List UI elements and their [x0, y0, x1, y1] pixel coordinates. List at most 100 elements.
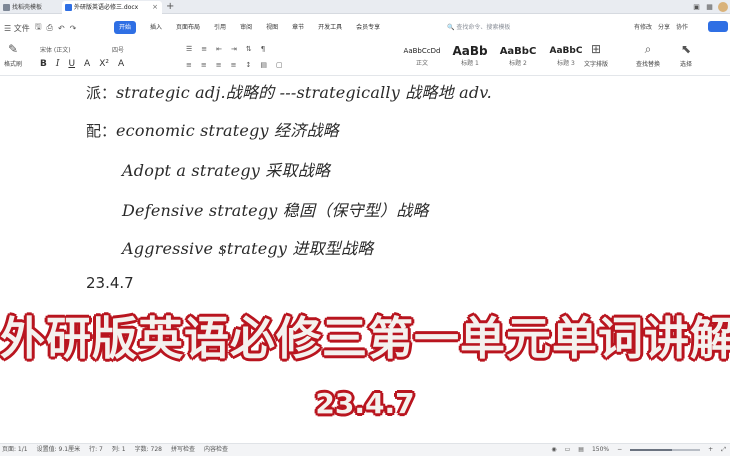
style-sample: AaBbC	[549, 46, 583, 56]
format-painter-button[interactable]: ✎ 格式刷	[4, 42, 22, 68]
tab-document[interactable]: 外研版英语必修三.docx ×	[62, 1, 162, 14]
tab-developer[interactable]: 开发工具	[318, 21, 342, 34]
indent-increase-icon[interactable]: ⇥	[231, 45, 237, 53]
line-marker: 配：	[86, 122, 117, 140]
sort-icon[interactable]: ⇅	[246, 45, 252, 53]
text-cursor	[222, 245, 223, 256]
style-heading-2[interactable]: AaBbC 标题 2	[496, 43, 540, 73]
zoom-level[interactable]: 150%	[592, 444, 609, 456]
tab-insert[interactable]: 插入	[150, 21, 162, 34]
page-view-icon[interactable]: ▭	[565, 444, 571, 456]
superscript-icon[interactable]: X²	[99, 58, 109, 70]
zoom-slider[interactable]	[630, 449, 701, 451]
tab-template-store[interactable]: 找稻壳模板	[0, 1, 60, 14]
style-sample: AaBbC	[499, 46, 537, 57]
doc-line-adopt: Adopt a strategy 采取战略	[122, 161, 331, 180]
print-icon[interactable]: ⎙	[47, 23, 53, 33]
layout-icon[interactable]: ▣	[692, 3, 701, 11]
tab-page-layout[interactable]: 页面布局	[176, 21, 200, 34]
find-replace-button[interactable]: ⌕ 查找替换	[636, 42, 660, 68]
style-name: 正文	[415, 60, 428, 67]
status-position: 设置值: 9.1厘米	[36, 446, 81, 453]
align-left-icon[interactable]: ≡	[186, 61, 192, 69]
document-icon	[65, 4, 72, 11]
font-color-icon[interactable]: A	[118, 58, 124, 70]
tab-review[interactable]: 审阅	[240, 21, 252, 34]
modified-status[interactable]: 有修改	[634, 22, 652, 31]
show-marks-icon[interactable]: ¶	[261, 45, 265, 53]
line-spacing-icon[interactable]: ↕	[246, 61, 252, 69]
status-word-count[interactable]: 字数: 728	[135, 444, 162, 456]
grid-icon[interactable]: ▦	[705, 3, 714, 11]
italic-button[interactable]: I	[56, 58, 60, 70]
save-icon[interactable]: 🖫	[35, 21, 42, 35]
bullet-list-icon[interactable]: ☰	[186, 45, 192, 53]
style-name: 标题 3	[557, 60, 575, 67]
underline-button[interactable]: U	[68, 58, 75, 70]
align-right-icon[interactable]: ≡	[216, 61, 222, 69]
tab-sections[interactable]: 章节	[292, 21, 304, 34]
align-center-icon[interactable]: ≡	[201, 61, 207, 69]
justify-icon[interactable]: ≡	[231, 61, 237, 69]
tab-view[interactable]: 视图	[266, 21, 278, 34]
avatar[interactable]	[718, 2, 728, 12]
select-button[interactable]: ⬉ 选择	[680, 42, 692, 68]
share-button[interactable]	[708, 21, 728, 32]
font-size-select[interactable]: 四号	[112, 45, 124, 54]
eye-protect-icon[interactable]: ◉	[551, 444, 556, 456]
line-text: strategic adj.战略的 ---strategically 战略地 a…	[116, 83, 492, 102]
status-bar: 页面: 1/1 设置值: 9.1厘米 行: 7 列: 1 字数: 728 拼写检…	[0, 443, 730, 456]
style-sample: AaBbCcDd	[403, 47, 441, 55]
text-tools-label: 文字排版	[584, 61, 609, 68]
tab-home[interactable]: 开始	[114, 21, 137, 34]
number-list-icon[interactable]: ≡	[201, 45, 207, 53]
file-menu[interactable]: ☰ 文件	[4, 23, 30, 34]
find-replace-label: 查找替换	[636, 61, 661, 68]
strikethrough-icon[interactable]: A	[84, 58, 90, 70]
window-controls: ▣ ▦	[692, 1, 728, 13]
bold-button[interactable]: B	[40, 58, 47, 70]
tab-references[interactable]: 引用	[214, 21, 226, 34]
style-gallery: AaBbCcDd 正文 AaBb 标题 1 AaBbC 标题 2 AaBbC 标…	[400, 43, 588, 73]
template-store-icon	[3, 4, 10, 11]
fullscreen-icon[interactable]: ⤢	[721, 444, 726, 456]
status-right: ◉ ▭ ▤ 150% − + ⤢	[551, 444, 726, 456]
zoom-in-button[interactable]: +	[708, 444, 713, 456]
share-link[interactable]: 分享	[658, 22, 670, 31]
tab-label: 外研版英语必修三.docx	[74, 4, 139, 11]
doc-line-date: 23.4.7	[86, 274, 134, 292]
collaborate-link[interactable]: 协作	[676, 22, 688, 31]
spell-check-toggle[interactable]: 拼写检查	[171, 444, 195, 456]
search-icon: ⌕	[644, 42, 652, 56]
format-painter-label: 格式刷	[4, 61, 23, 68]
font-name-select[interactable]: 宋体 (正文)	[40, 45, 71, 54]
indent-decrease-icon[interactable]: ⇤	[216, 45, 222, 53]
style-heading-1[interactable]: AaBb 标题 1	[448, 43, 492, 73]
web-view-icon[interactable]: ▤	[578, 444, 584, 456]
border-icon[interactable]: ▢	[276, 61, 283, 69]
shading-icon[interactable]: ▤	[260, 61, 267, 69]
zoom-out-button[interactable]: −	[617, 444, 622, 456]
style-sample: AaBb	[452, 44, 488, 58]
tab-member[interactable]: 会员专享	[356, 21, 380, 34]
tab-bar: 找稻壳模板 外研版英语必修三.docx × + ▣ ▦	[0, 0, 730, 14]
style-heading-3[interactable]: AaBbC 标题 3	[544, 43, 588, 73]
undo-icon[interactable]: ↶	[58, 24, 65, 33]
quick-access: ☰ 文件 🖫 ⎙ ↶ ↷	[4, 21, 76, 35]
select-label: 选择	[680, 61, 693, 68]
close-icon[interactable]: ×	[152, 1, 158, 14]
style-name: 标题 1	[461, 60, 479, 67]
doc-line-defensive: Defensive strategy 稳固（保守型）战略	[122, 201, 429, 220]
redo-icon[interactable]: ↷	[70, 24, 77, 33]
menu-bar: ☰ 文件 🖫 ⎙ ↶ ↷ 开始 插入 页面布局 引用 审阅 视图 章节 开发工具…	[0, 15, 730, 39]
content-check-toggle[interactable]: 内容检查	[204, 444, 228, 456]
menu-right: 有修改 分享 协作	[634, 22, 688, 31]
zoom-slider-fill	[630, 449, 673, 451]
style-name: 标题 2	[509, 60, 527, 67]
video-title-caption: 外研版英语必修三第一单元单词讲解	[0, 312, 730, 365]
style-normal[interactable]: AaBbCcDd 正文	[400, 43, 444, 73]
new-tab-button[interactable]: +	[166, 0, 174, 13]
command-search[interactable]: 🔍 查找命令、搜索模板	[447, 22, 510, 31]
ribbon-tabs: 开始 插入 页面布局 引用 审阅 视图 章节 开发工具 会员专享	[114, 21, 394, 34]
text-tools-button[interactable]: ⊞ 文字排版	[584, 42, 608, 68]
